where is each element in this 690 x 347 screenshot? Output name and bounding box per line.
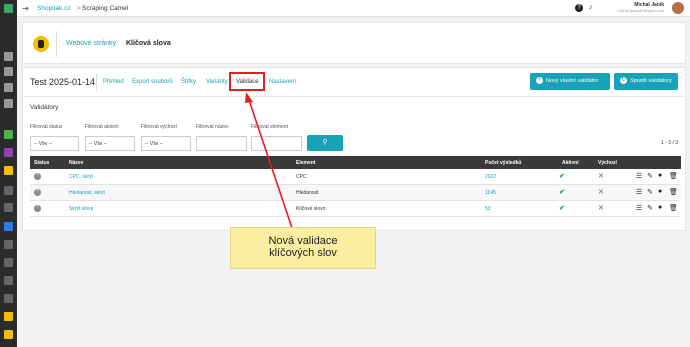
annotation-line-1: Nová validace [268,235,338,247]
annotation-arrow [245,92,293,229]
annotation-line-2: klíčových slov [269,247,337,259]
annotation-note: Nová validace klíčových slov [230,227,376,269]
